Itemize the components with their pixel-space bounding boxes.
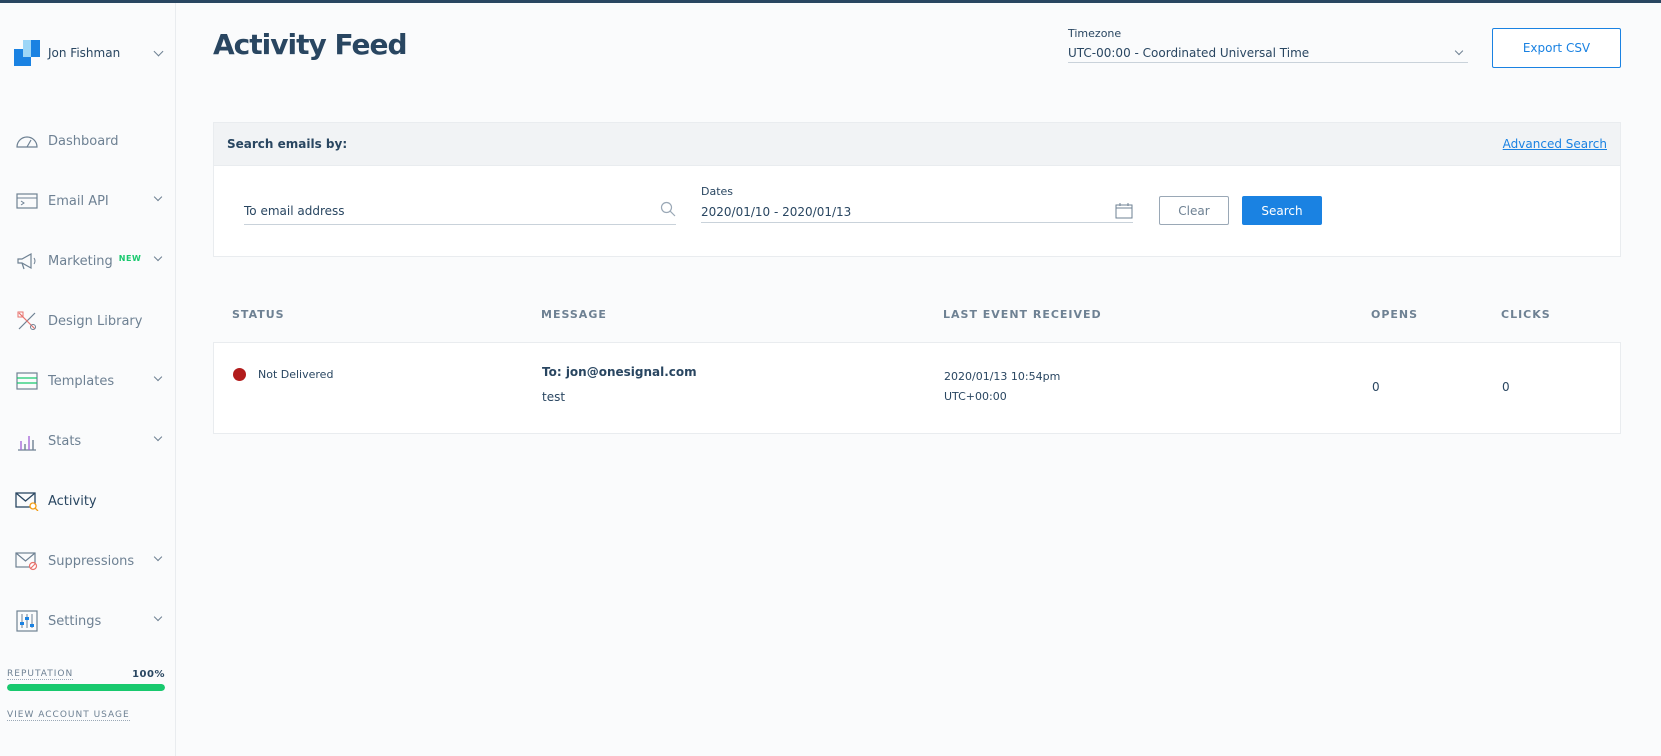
chevron-down-icon — [1454, 46, 1464, 56]
reputation-bar — [7, 684, 165, 691]
envelope-block-icon — [15, 549, 39, 573]
bar-chart-icon — [15, 429, 39, 453]
page-title: Activity Feed — [213, 28, 407, 61]
dates-label: Dates — [701, 185, 734, 198]
chevron-down-icon — [153, 432, 163, 442]
top-accent-bar — [0, 0, 1661, 3]
timezone-picker: Timezone UTC-00:00 - Coordinated Univers… — [1068, 27, 1468, 63]
event-date: 2020/01/13 10:54pm — [944, 370, 1061, 383]
new-badge: NEW — [118, 253, 142, 263]
date-range-value: 2020/01/10 - 2020/01/13 — [701, 204, 852, 219]
chevron-down-icon — [153, 612, 163, 622]
timezone-value: UTC-00:00 - Coordinated Universal Time — [1068, 45, 1310, 60]
sidebar-item-marketing[interactable]: Marketing NEW — [0, 241, 176, 281]
sidebar-item-label: Marketing — [48, 253, 113, 269]
clear-button[interactable]: Clear — [1159, 196, 1229, 225]
sidebar-item-email-api[interactable]: Email API — [0, 181, 176, 221]
template-icon — [15, 369, 39, 393]
dates-field: Dates 2020/01/10 - 2020/01/13 — [701, 185, 1133, 223]
chevron-down-icon — [153, 192, 163, 202]
sidebar-item-label: Dashboard — [48, 133, 119, 149]
sidebar-item-suppressions[interactable]: Suppressions — [0, 541, 176, 581]
account-name: Jon Fishman — [48, 46, 121, 60]
reputation-label[interactable]: REPUTATION — [7, 669, 74, 680]
sidebar-item-label: Suppressions — [48, 553, 135, 569]
date-range-input[interactable]: 2020/01/10 - 2020/01/13 — [701, 201, 1133, 223]
sidebar-item-design-library[interactable]: Design Library — [0, 301, 176, 341]
clicks-count: 0 — [1502, 380, 1510, 394]
sidebar-item-label: Stats — [48, 433, 82, 449]
reputation-value: 100% — [132, 669, 165, 680]
message-subject: test — [542, 390, 566, 404]
account-switcher[interactable]: Jon Fishman — [14, 40, 164, 66]
sendgrid-logo-icon — [14, 40, 40, 66]
email-search-input[interactable]: To email address — [244, 197, 676, 225]
sidebar-item-templates[interactable]: Templates — [0, 361, 176, 401]
chevron-down-icon — [153, 372, 163, 382]
megaphone-icon — [15, 249, 39, 273]
sidebar-item-label: Templates — [48, 373, 115, 389]
sidebar-item-dashboard[interactable]: Dashboard — [0, 121, 176, 161]
sidebar-item-stats[interactable]: Stats — [0, 421, 176, 461]
chevron-down-icon — [153, 46, 164, 56]
column-header-opens: OPENS — [1371, 308, 1419, 321]
sidebar-item-activity[interactable]: Activity — [0, 481, 176, 521]
message-recipient: To: jon@onesignal.com — [542, 365, 697, 379]
status-text: Not Delivered — [258, 368, 334, 381]
sidebar-item-settings[interactable]: Settings — [0, 601, 176, 641]
design-tools-icon — [15, 309, 39, 333]
opens-count: 0 — [1372, 380, 1380, 394]
search-button[interactable]: Search — [1242, 196, 1322, 225]
envelope-search-icon — [15, 489, 39, 513]
timezone-label: Timezone — [1068, 27, 1122, 40]
sidebar-item-label: Settings — [48, 613, 102, 629]
sidebar-item-label: Activity — [48, 493, 97, 509]
column-header-clicks: CLICKS — [1501, 308, 1551, 321]
sidebar-item-label: Design Library — [48, 313, 143, 329]
timezone-select[interactable]: UTC-00:00 - Coordinated Universal Time — [1068, 43, 1468, 63]
event-timezone: UTC+00:00 — [944, 390, 1007, 403]
export-csv-button[interactable]: Export CSV — [1492, 28, 1621, 68]
search-icon — [660, 201, 676, 221]
advanced-search-link[interactable]: Advanced Search — [1503, 137, 1607, 151]
search-panel-header: Search emails by: Advanced Search — [214, 123, 1620, 166]
column-header-status: STATUS — [232, 308, 285, 321]
email-search-placeholder: To email address — [244, 203, 345, 218]
view-account-usage-link[interactable]: VIEW ACCOUNT USAGE — [7, 710, 130, 721]
chevron-down-icon — [153, 252, 163, 262]
column-header-last-event: LAST EVENT RECEIVED — [943, 308, 1102, 321]
reputation-bar-fill — [7, 684, 165, 691]
calendar-icon[interactable] — [1115, 202, 1133, 222]
column-header-message: MESSAGE — [541, 308, 607, 321]
sidebar: Jon Fishman Dashboard Email API Marketin… — [0, 3, 176, 756]
search-heading: Search emails by: — [227, 137, 348, 151]
table-row[interactable]: Not Delivered To: jon@onesignal.com test… — [213, 342, 1621, 434]
status-dot — [233, 368, 246, 381]
speedometer-icon — [15, 129, 39, 153]
reputation-meter: REPUTATION 100% — [7, 669, 165, 691]
chevron-down-icon — [153, 552, 163, 562]
sliders-icon — [15, 609, 39, 633]
code-window-icon — [15, 189, 39, 213]
sidebar-item-label: Email API — [48, 193, 109, 209]
search-panel: Search emails by: Advanced Search To ema… — [213, 122, 1621, 257]
